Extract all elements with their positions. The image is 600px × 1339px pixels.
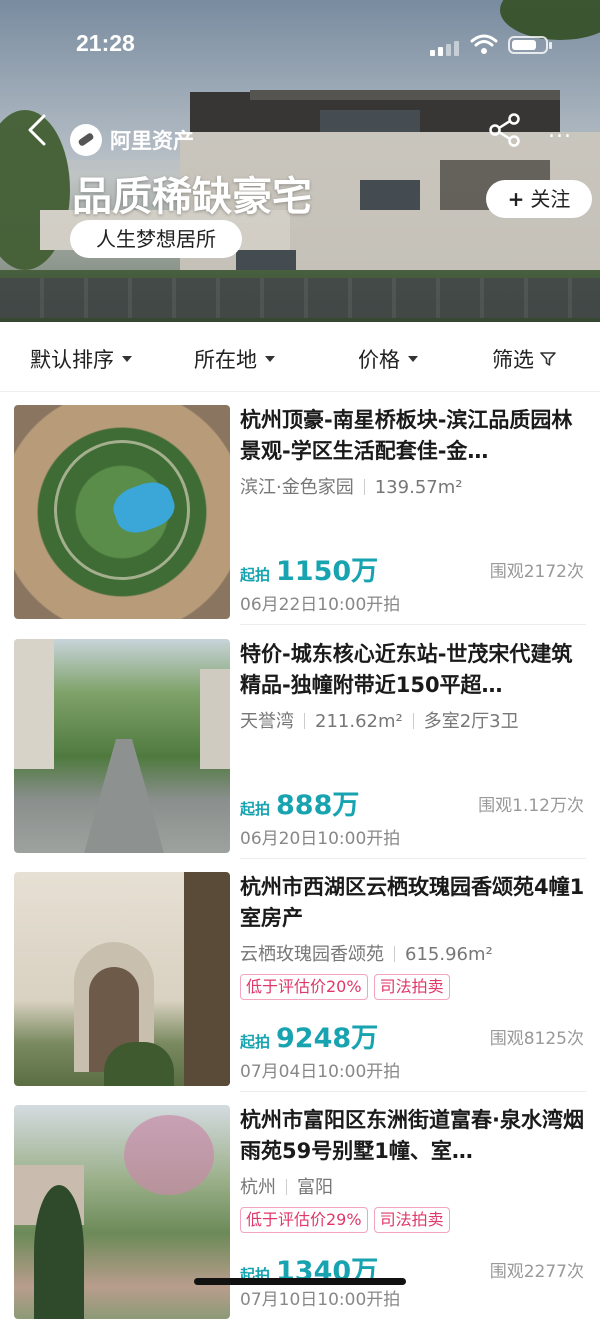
listing-start-time: 07月04日10:00开拍: [240, 1062, 401, 1082]
divider: [240, 858, 586, 859]
listing-thumbnail[interactable]: [14, 405, 230, 619]
subtitle-pill: 人生梦想居所: [70, 220, 242, 258]
tag-judicial-auction: 司法拍卖: [373, 974, 450, 1000]
listing-views: 围观8125次: [489, 1029, 584, 1049]
share-icon: [489, 113, 520, 147]
price-value: 888万: [276, 790, 360, 821]
listing-meta: 云栖玫瑰园香颂苑 615.96m²: [240, 940, 493, 966]
divider: [240, 1091, 586, 1092]
listing-area: 615.96m²: [405, 944, 493, 965]
filter-sort-label: 默认排序: [30, 348, 114, 372]
listing-views: 围观2277次: [489, 1262, 584, 1282]
tag-below-appraisal: 低于评估价29%: [240, 1207, 368, 1233]
tag-below-appraisal: 低于评估价20%: [240, 974, 368, 1000]
listing-title: 杭州顶豪-南星桥板块-滨江品质园林景观-学区生活配套佳-金…: [240, 408, 573, 463]
price-value: 1150万: [276, 556, 379, 587]
price-value: 9248万: [276, 1023, 379, 1054]
listing-item[interactable]: 杭州市西湖区云栖玫瑰园香颂苑4幢1室房产 云栖玫瑰园香颂苑 615.96m² 低于…: [0, 872, 600, 1106]
more-menu-button[interactable]: ...: [548, 118, 572, 143]
listing-tags: 低于评估价20% 司法拍卖: [240, 974, 450, 1000]
listing-start-time: 07月10日10:00开拍: [240, 1290, 401, 1310]
listing-community: 云栖玫瑰园香颂苑: [240, 944, 384, 965]
brand-logo: 阿里资产: [70, 122, 194, 158]
listing-area: 211.62m²: [315, 711, 403, 732]
filter-bar: 默认排序 所在地 价格 筛选: [0, 322, 600, 392]
listing-area: 139.57m²: [374, 477, 463, 498]
caret-down-icon: [122, 356, 132, 362]
price-label: 起拍: [240, 1033, 271, 1051]
share-button[interactable]: [488, 112, 522, 148]
listing-price: 起拍 1150万: [240, 549, 378, 588]
page-title: 品质稀缺豪宅: [72, 174, 312, 220]
back-button[interactable]: [24, 112, 54, 148]
listing-title: 特价-城东核心近东站-世茂宋代建筑精品-独幢附带近150平超…: [240, 642, 573, 697]
listing-meta: 天誉湾 211.62m² 多室2厅3卫: [240, 707, 519, 733]
follow-label: 关注: [530, 187, 571, 211]
signal-icon: [430, 40, 460, 56]
listing-city: 杭州: [240, 1177, 276, 1198]
listing-community: 天誉湾: [240, 711, 294, 732]
alibaba-assets-logo-icon: [70, 124, 102, 156]
listing-item[interactable]: 杭州市富阳区东洲街道富春·泉水湾烟雨苑59号别墅1幢、室… 杭州 富阳 低于评估价…: [0, 1105, 600, 1339]
filter-price[interactable]: 价格: [358, 344, 418, 374]
listing-item[interactable]: 特价-城东核心近东站-世茂宋代建筑精品-独幢附带近150平超… 天誉湾 211.6…: [0, 639, 600, 873]
divider: [240, 624, 586, 625]
listing-meta: 滨江·金色家园 139.57m²: [240, 473, 462, 499]
listing-community: 滨江·金色家园: [240, 477, 354, 498]
listing-views: 围观1.12万次: [478, 796, 584, 816]
price-label: 起拍: [240, 566, 271, 584]
listing-thumbnail[interactable]: [14, 872, 230, 1086]
plus-icon: +: [507, 187, 525, 211]
listing-district: 富阳: [297, 1177, 333, 1198]
listing-start-time: 06月20日10:00开拍: [240, 829, 401, 849]
listing-tags: 低于评估价29% 司法拍卖: [240, 1207, 450, 1233]
brand-name: 阿里资产: [110, 129, 194, 153]
listing-price: 起拍 9248万: [240, 1016, 378, 1055]
filter-price-label: 价格: [358, 348, 400, 372]
filter-location[interactable]: 所在地: [194, 344, 275, 374]
status-bar: 21:28: [0, 28, 600, 62]
caret-down-icon: [408, 356, 418, 362]
wifi-icon: [470, 32, 498, 56]
tag-judicial-auction: 司法拍卖: [373, 1207, 450, 1233]
filter-location-label: 所在地: [194, 348, 257, 372]
funnel-icon: [540, 352, 556, 366]
listing-title: 杭州市西湖区云栖玫瑰园香颂苑4幢1室房产: [240, 875, 585, 930]
listing-meta: 杭州 富阳: [240, 1173, 333, 1199]
listing-title: 杭州市富阳区东洲街道富春·泉水湾烟雨苑59号别墅1幢、室…: [240, 1108, 584, 1163]
home-indicator[interactable]: [194, 1278, 406, 1285]
listing-layout: 多室2厅3卫: [423, 711, 519, 732]
listing-thumbnail[interactable]: [14, 1105, 230, 1319]
listing-views: 围观2172次: [489, 562, 584, 582]
follow-button[interactable]: + 关注: [486, 180, 592, 218]
listing-thumbnail[interactable]: [14, 639, 230, 853]
listing-item[interactable]: 杭州顶豪-南星桥板块-滨江品质园林景观-学区生活配套佳-金… 滨江·金色家园 13…: [0, 405, 600, 639]
price-label: 起拍: [240, 800, 271, 818]
filter-sort[interactable]: 默认排序: [30, 344, 132, 374]
filter-more[interactable]: 筛选: [492, 344, 556, 374]
listing-start-time: 06月22日10:00开拍: [240, 595, 401, 615]
status-time: 21:28: [76, 30, 135, 56]
battery-icon: [508, 36, 552, 54]
filter-more-label: 筛选: [492, 348, 534, 372]
listing-price: 起拍 888万: [240, 783, 359, 822]
chevron-left-icon: [28, 114, 46, 146]
caret-down-icon: [265, 356, 275, 362]
